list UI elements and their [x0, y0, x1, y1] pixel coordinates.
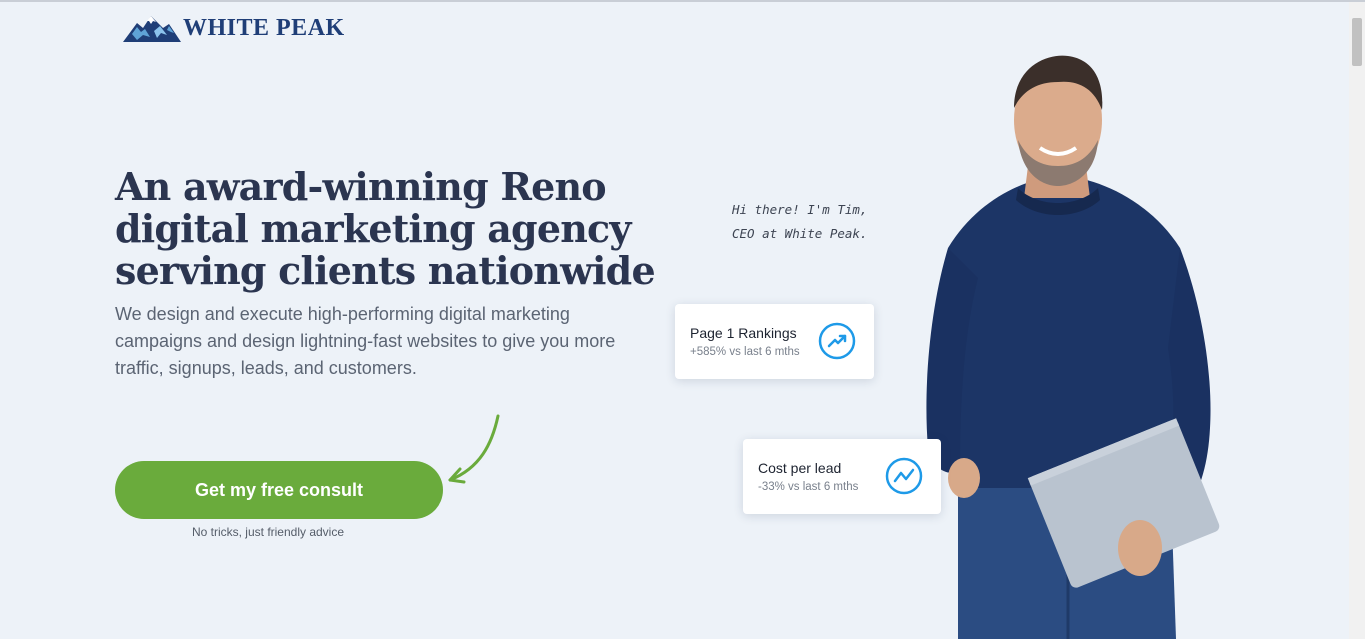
stat-subtitle: -33% vs last 6 mths: [758, 481, 859, 493]
trending-up-icon: [818, 322, 856, 360]
browser-top-border: [0, 0, 1365, 2]
hero-subtext: We design and execute high-performing di…: [115, 304, 616, 378]
greeting-line-2: CEO at White Peak.: [732, 226, 868, 241]
trending-line-icon: [885, 457, 923, 495]
ceo-photo: [926, 55, 1220, 639]
curved-arrow-icon: [448, 414, 500, 484]
greeting-line-1: Hi there! I'm Tim,: [732, 202, 868, 217]
free-consult-button[interactable]: Get my free consult: [115, 461, 443, 519]
stat-title: Page 1 Rankings: [690, 325, 797, 341]
page-scrollbar[interactable]: [1349, 2, 1365, 639]
stat-title: Cost per lead: [758, 460, 842, 476]
ceo-greeting: Hi there! I'm Tim, CEO at White Peak.: [732, 198, 912, 246]
stat-subtitle: +585% vs last 6 mths: [690, 346, 800, 358]
hero-headline: An award-winning Reno digital marketing …: [115, 164, 656, 293]
brand-logo[interactable]: WHITE PEAK: [123, 12, 345, 44]
scrollbar-thumb[interactable]: [1352, 18, 1362, 66]
stat-card-rankings: Page 1 Rankings +585% vs last 6 mths: [675, 304, 874, 379]
stat-card-cost-per-lead: Cost per lead -33% vs last 6 mths: [743, 439, 941, 514]
cta-note: No tricks, just friendly advice: [191, 525, 345, 539]
mountain-icon: [123, 16, 181, 42]
brand-name: WHITE PEAK: [183, 14, 345, 41]
